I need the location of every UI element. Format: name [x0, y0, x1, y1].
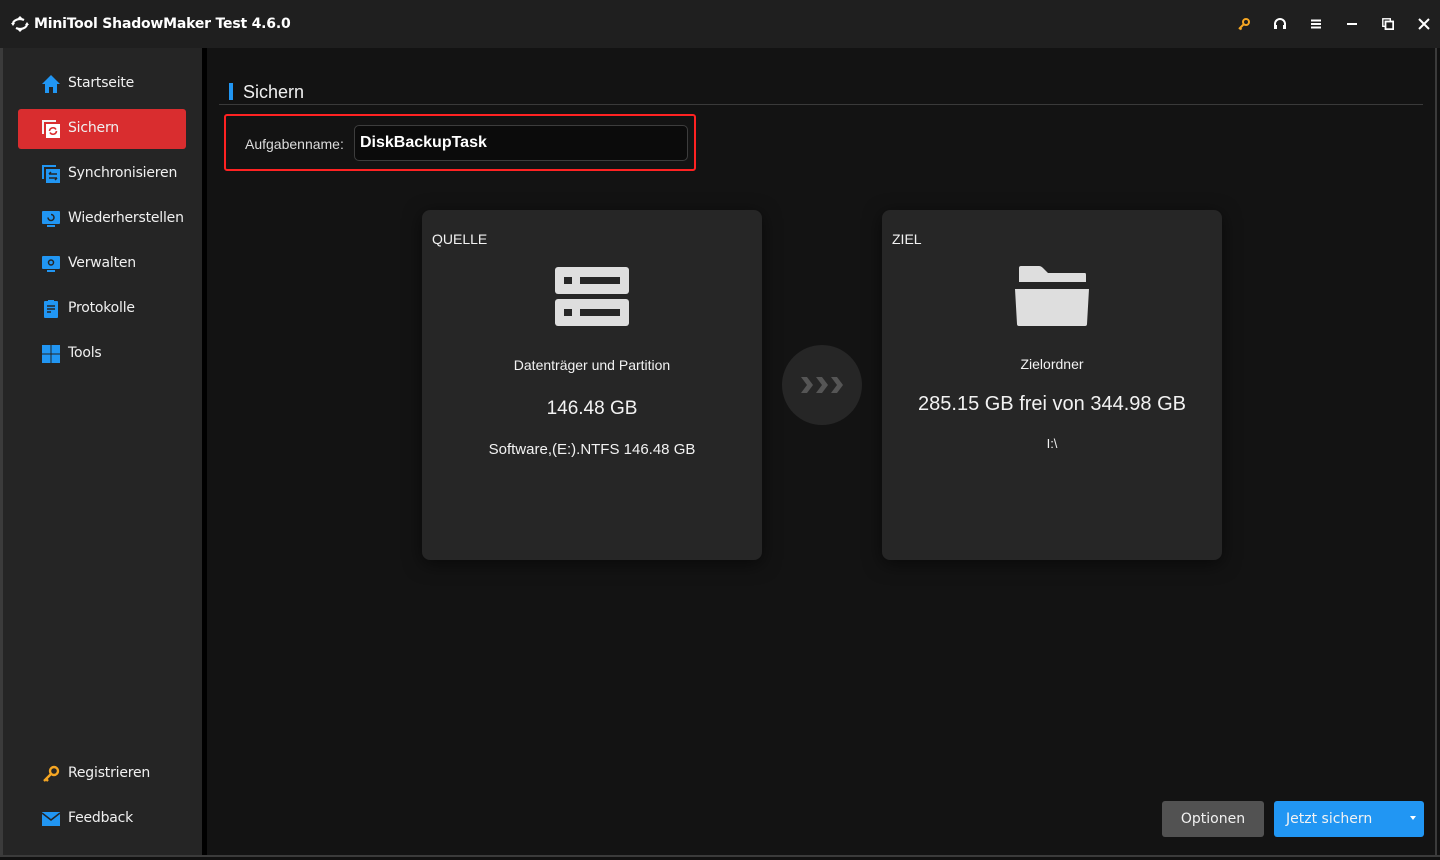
sidebar-item-startseite[interactable]: Startseite — [18, 64, 186, 104]
sidebar-item-label: Registrieren — [68, 765, 151, 781]
sidebar-item-verwalten[interactable]: Verwalten — [18, 244, 186, 284]
source-detail: Software,(E:).NTFS 146.48 GB — [488, 441, 696, 458]
sidebar-item-sichern[interactable]: Sichern — [18, 109, 186, 149]
minimize-icon — [1347, 23, 1357, 25]
backup-icon — [42, 120, 60, 138]
logs-icon — [44, 300, 58, 318]
headset-icon — [1274, 18, 1286, 29]
page-title: Sichern — [243, 82, 305, 102]
main-panel: Sichern Aufgabenname: QUELLE Datenträger… — [207, 48, 1435, 855]
sidebar-item-label: Sichern — [68, 120, 119, 136]
sidebar-item-registrieren[interactable]: Registrieren — [18, 754, 186, 794]
key-icon — [43, 765, 60, 782]
task-name-input[interactable] — [354, 125, 688, 161]
window-frame-right — [1435, 48, 1437, 856]
restore-button[interactable] — [1378, 14, 1398, 34]
source-card[interactable]: QUELLE Datenträger und Partition 146.48 … — [422, 210, 762, 560]
tools-icon — [42, 345, 60, 363]
title-bar: MiniTool ShadowMaker Test 4.6.0 — [0, 0, 1440, 48]
sidebar: Startseite Sichern Synchronisieren Wiede… — [3, 48, 202, 855]
destination-path: I:\ — [1046, 436, 1058, 451]
sidebar-item-tools[interactable]: Tools — [18, 334, 186, 374]
task-name-row: Aufgabenname: — [224, 114, 696, 171]
support-button[interactable] — [1270, 14, 1290, 34]
menu-button[interactable] — [1306, 14, 1326, 34]
sidebar-item-label: Protokolle — [68, 300, 135, 316]
triple-chevron-right-icon — [801, 377, 843, 393]
window-frame-left — [0, 48, 3, 860]
destination-type: Zielordner — [1020, 356, 1084, 372]
direction-indicator — [782, 345, 862, 425]
task-name-label: Aufgabenname: — [245, 136, 344, 152]
caret-down-icon[interactable] — [1410, 816, 1416, 820]
disk-icon — [555, 267, 629, 326]
key-icon — [1238, 18, 1250, 31]
sidebar-item-label: Wiederherstellen — [68, 210, 184, 226]
mail-icon — [41, 812, 61, 826]
app-logo-icon — [11, 16, 29, 32]
menu-icon — [1311, 19, 1321, 29]
sidebar-item-label: Tools — [68, 345, 102, 361]
section-divider — [219, 104, 1423, 105]
folder-icon — [1015, 266, 1089, 326]
sidebar-item-protokolle[interactable]: Protokolle — [18, 289, 186, 329]
sidebar-item-synchronisieren[interactable]: Synchronisieren — [18, 154, 186, 194]
app-title: MiniTool ShadowMaker Test 4.6.0 — [34, 16, 291, 32]
minimize-button[interactable] — [1342, 14, 1362, 34]
restore-icon — [42, 211, 60, 227]
backup-now-button[interactable]: Jetzt sichern — [1274, 801, 1424, 837]
close-icon — [1418, 18, 1430, 30]
window-frame-bottom — [0, 855, 1440, 860]
options-button[interactable]: Optionen — [1162, 801, 1264, 837]
close-button[interactable] — [1414, 14, 1434, 34]
source-heading: QUELLE — [432, 231, 488, 247]
home-icon — [42, 75, 60, 93]
sidebar-item-feedback[interactable]: Feedback — [18, 799, 186, 839]
destination-heading: ZIEL — [892, 231, 922, 247]
destination-card[interactable]: ZIEL Zielordner 285.15 GB frei von 344.9… — [882, 210, 1222, 560]
manage-icon — [42, 256, 60, 272]
restore-icon — [1382, 18, 1394, 30]
register-key-button[interactable] — [1234, 14, 1254, 34]
section-accent-bar — [229, 83, 233, 100]
sidebar-item-wiederherstellen[interactable]: Wiederherstellen — [18, 199, 186, 239]
sidebar-item-label: Startseite — [68, 75, 135, 91]
backup-now-label: Jetzt sichern — [1286, 811, 1373, 827]
sidebar-item-label: Feedback — [68, 810, 134, 826]
source-type: Datenträger und Partition — [513, 357, 671, 373]
sidebar-item-label: Synchronisieren — [68, 165, 178, 181]
source-size: 146.48 GB — [546, 398, 638, 419]
sync-icon — [42, 165, 60, 183]
sidebar-item-label: Verwalten — [68, 255, 136, 271]
destination-space: 285.15 GB frei von 344.98 GB — [918, 393, 1186, 415]
